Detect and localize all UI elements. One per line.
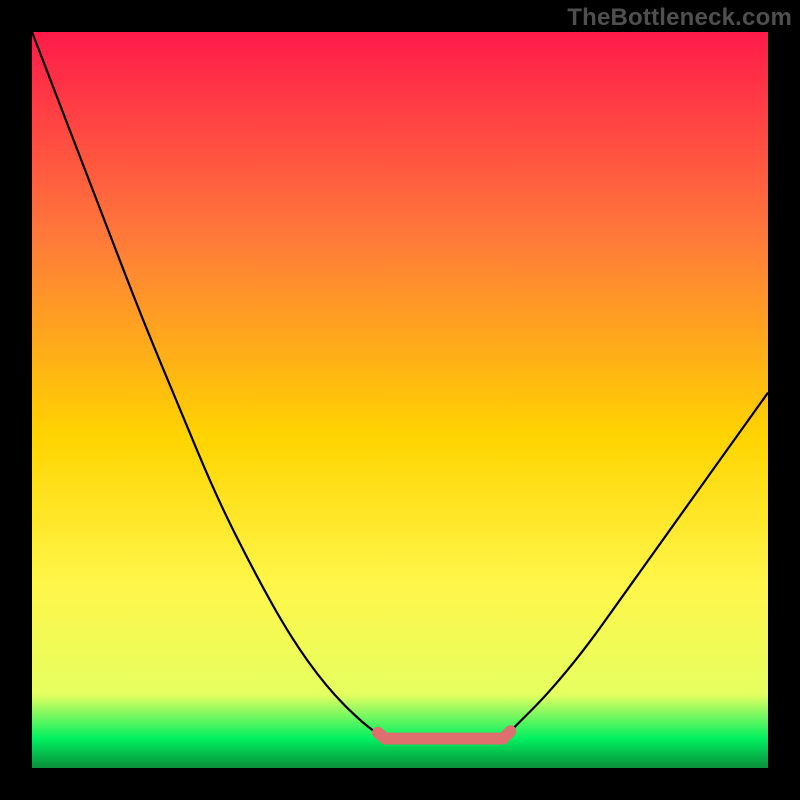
watermark-text: TheBottleneck.com: [567, 4, 792, 32]
chart-plot: [32, 32, 768, 768]
chart-svg: [32, 32, 768, 768]
chart-frame: TheBottleneck.com: [0, 0, 800, 800]
gradient-background: [32, 32, 768, 768]
